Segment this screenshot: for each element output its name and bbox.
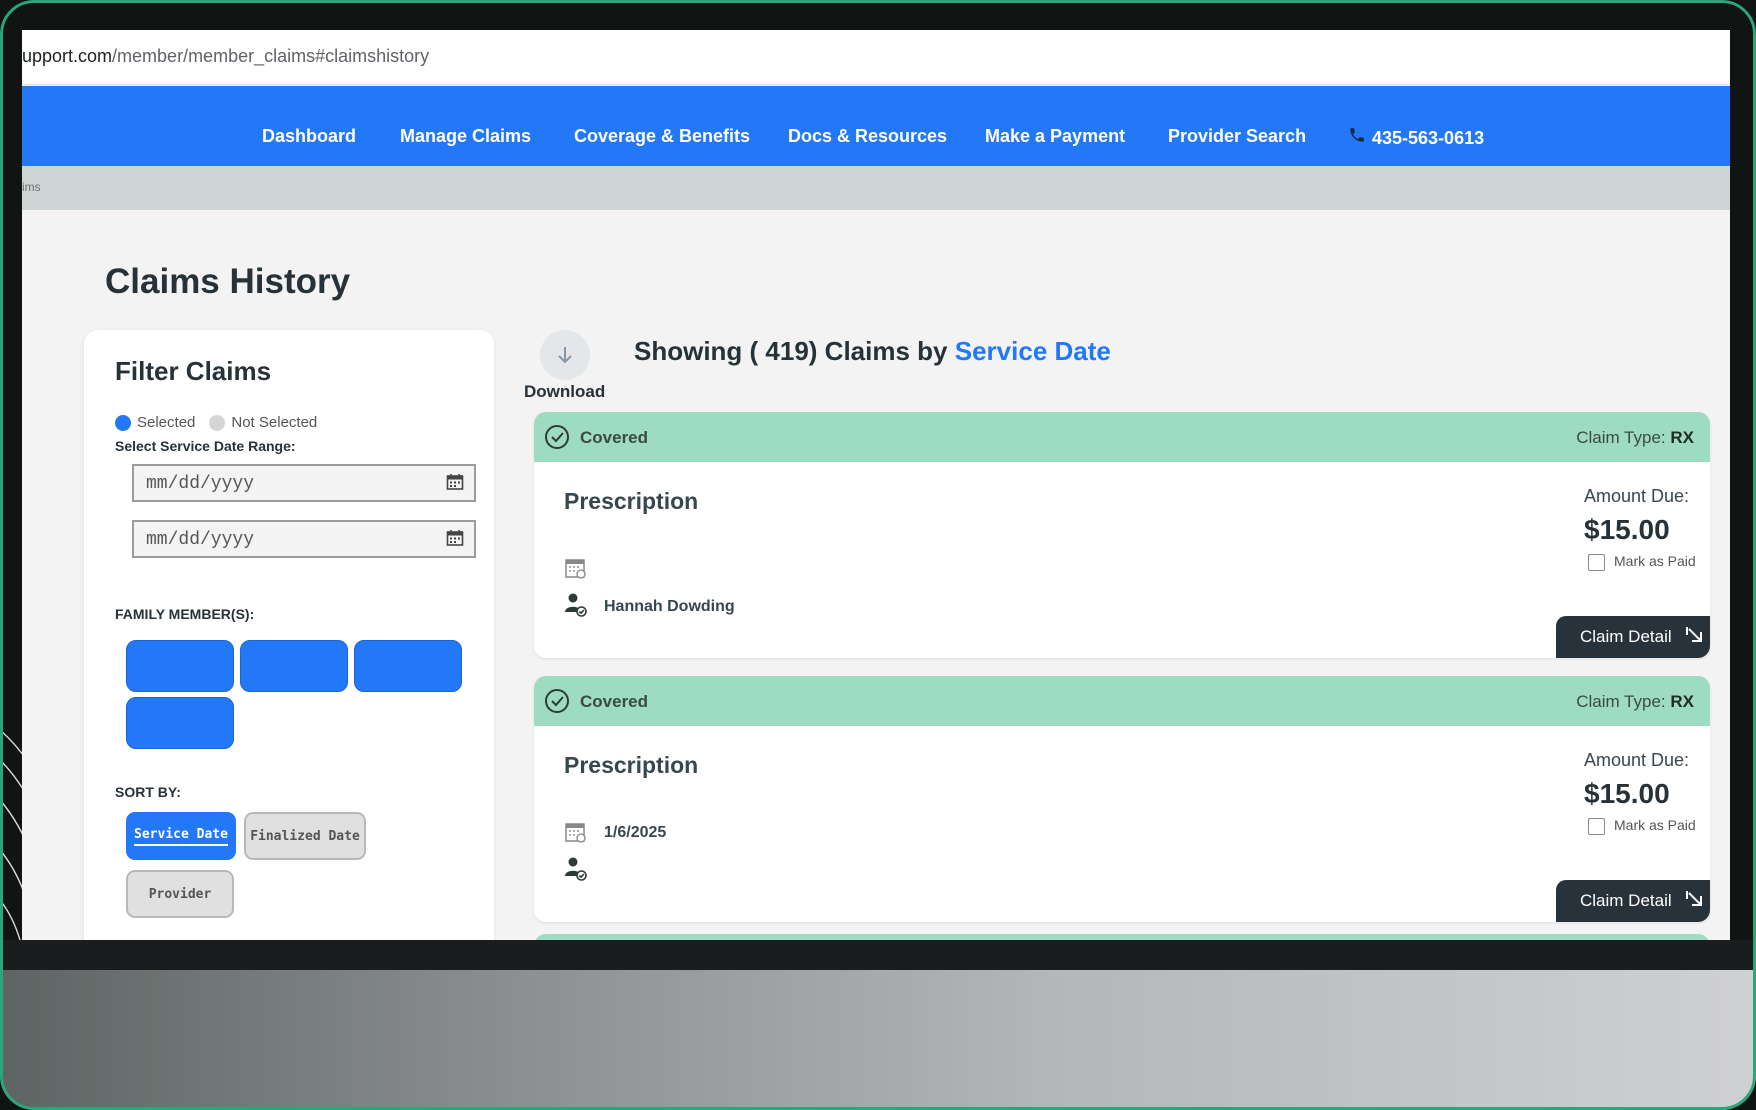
person-check-icon: [564, 856, 588, 887]
selection-legend: Selected Not Selected: [115, 414, 317, 431]
claim-type-label: Claim Type:: [1576, 692, 1666, 711]
claim-detail-label: Claim Detail: [1580, 891, 1672, 910]
legend-selected-label: Selected: [137, 414, 196, 431]
nav-manage-claims[interactable]: Manage Claims: [400, 126, 531, 147]
browser-screen: upport.com/member/member_claims#claimshi…: [22, 30, 1730, 940]
results-sort-name: Service Date: [954, 336, 1111, 366]
claim-card-partial: [534, 934, 1710, 940]
breadcrumb-bar: ims: [22, 166, 1730, 210]
family-member-button[interactable]: [126, 640, 234, 692]
nav-docs-resources[interactable]: Docs & Resources: [788, 126, 947, 147]
check-circle-icon: [544, 688, 570, 719]
phone-icon: [1348, 126, 1366, 149]
family-member-button[interactable]: [240, 640, 348, 692]
end-date-placeholder: mm/dd/yyyy: [146, 530, 255, 550]
claim-card: Covered Claim Type: RX Prescription Hann…: [534, 412, 1710, 658]
url-path: /member/member_claims#claimshistory: [112, 46, 430, 66]
sort-service-date-button[interactable]: Service Date: [126, 812, 236, 860]
person-check-icon: [564, 592, 588, 623]
selected-dot-icon: [115, 414, 131, 431]
nav-make-payment[interactable]: Make a Payment: [985, 126, 1125, 147]
arrow-down-right-icon: [1685, 626, 1704, 649]
results-count-text: Showing ( 419) Claims by: [634, 336, 948, 366]
claim-member: Hannah Dowding: [604, 598, 735, 615]
claim-date: 1/6/2025: [604, 824, 667, 841]
mark-as-paid-label[interactable]: Mark as Paid: [1614, 817, 1696, 833]
claim-type-label: Claim Type:: [1576, 428, 1666, 447]
filter-panel: Filter Claims Selected Not Selected Sele…: [84, 330, 494, 940]
family-member-button[interactable]: [126, 697, 234, 749]
filter-title: Filter Claims: [115, 356, 272, 386]
amount-due-value: $15.00: [1584, 778, 1670, 809]
sort-provider-label: Provider: [148, 886, 212, 902]
page-title: Claims History: [105, 262, 351, 301]
legend-not-selected-label: Not Selected: [231, 414, 318, 431]
amount-due-label: Amount Due:: [1584, 750, 1690, 770]
end-date-input[interactable]: mm/dd/yyyy: [132, 520, 476, 558]
url-text[interactable]: upport.com/member/member_claims#claimshi…: [22, 46, 429, 67]
claim-card: Covered Claim Type: RX Prescription 1/6/…: [534, 676, 1710, 922]
start-date-input[interactable]: mm/dd/yyyy: [132, 464, 476, 502]
start-date-placeholder: mm/dd/yyyy: [146, 474, 255, 494]
claim-status-header: Covered Claim Type: RX: [534, 412, 1710, 462]
calendar-icon[interactable]: [446, 529, 464, 553]
family-member-button[interactable]: [354, 640, 462, 692]
sort-finalized-date-label: Finalized Date: [250, 828, 360, 844]
family-members-label: FAMILY MEMBER(S):: [115, 606, 255, 622]
claim-type: Claim Type: RX: [1576, 692, 1694, 712]
nav-provider-search[interactable]: Provider Search: [1168, 126, 1306, 147]
download-label[interactable]: Download: [524, 382, 605, 402]
calendar-clock-icon: [564, 820, 588, 849]
claim-type: Claim Type: RX: [1576, 428, 1694, 448]
claim-status-header: Covered Claim Type: RX: [534, 676, 1710, 726]
claim-status: Covered: [580, 692, 649, 711]
sort-service-date-label: Service Date: [134, 827, 228, 846]
mark-as-paid-checkbox[interactable]: [1588, 554, 1605, 571]
calendar-icon[interactable]: [446, 473, 464, 497]
nav-phone[interactable]: 435-563-0613: [1348, 126, 1484, 149]
claim-detail-button[interactable]: Claim Detail: [1556, 616, 1710, 658]
sort-finalized-date-button[interactable]: Finalized Date: [244, 812, 366, 860]
screen-bezel: [0, 940, 1756, 970]
claim-type-value: RX: [1670, 428, 1694, 447]
mark-as-paid-checkbox[interactable]: [1588, 818, 1605, 835]
mark-as-paid-label[interactable]: Mark as Paid: [1614, 553, 1696, 569]
claim-status: Covered: [580, 428, 649, 447]
results-count-heading: Showing ( 419) Claims by Service Date: [634, 336, 1111, 367]
nav-dashboard[interactable]: Dashboard: [262, 126, 356, 147]
claim-title: Prescription: [564, 752, 699, 778]
arrow-down-right-icon: [1685, 890, 1704, 913]
claim-type-value: RX: [1670, 692, 1694, 711]
amount-due-value: $15.00: [1584, 514, 1670, 545]
url-domain: upport.com: [22, 46, 113, 66]
claim-detail-label: Claim Detail: [1580, 627, 1672, 646]
sort-by-label: SORT BY:: [115, 784, 181, 800]
sort-provider-button[interactable]: Provider: [126, 870, 234, 918]
download-arrow-icon: [558, 347, 572, 364]
device-frame: upport.com/member/member_claims#claimshi…: [0, 0, 1756, 1110]
download-button[interactable]: [540, 330, 590, 380]
phone-number: 435-563-0613: [1372, 128, 1485, 148]
address-bar[interactable]: upport.com/member/member_claims#claimshi…: [22, 30, 1730, 85]
amount-due-label: Amount Due:: [1584, 486, 1690, 506]
nav-coverage-benefits[interactable]: Coverage & Benefits: [574, 126, 750, 147]
calendar-clock-icon: [564, 556, 588, 585]
device-base: [0, 970, 1756, 1110]
breadcrumb[interactable]: ims: [22, 180, 41, 194]
claim-detail-button[interactable]: Claim Detail: [1556, 880, 1710, 922]
check-circle-icon: [544, 424, 570, 455]
not-selected-dot-icon: [209, 414, 226, 431]
claim-title: Prescription: [564, 488, 699, 514]
date-range-label: Select Service Date Range:: [115, 438, 296, 454]
